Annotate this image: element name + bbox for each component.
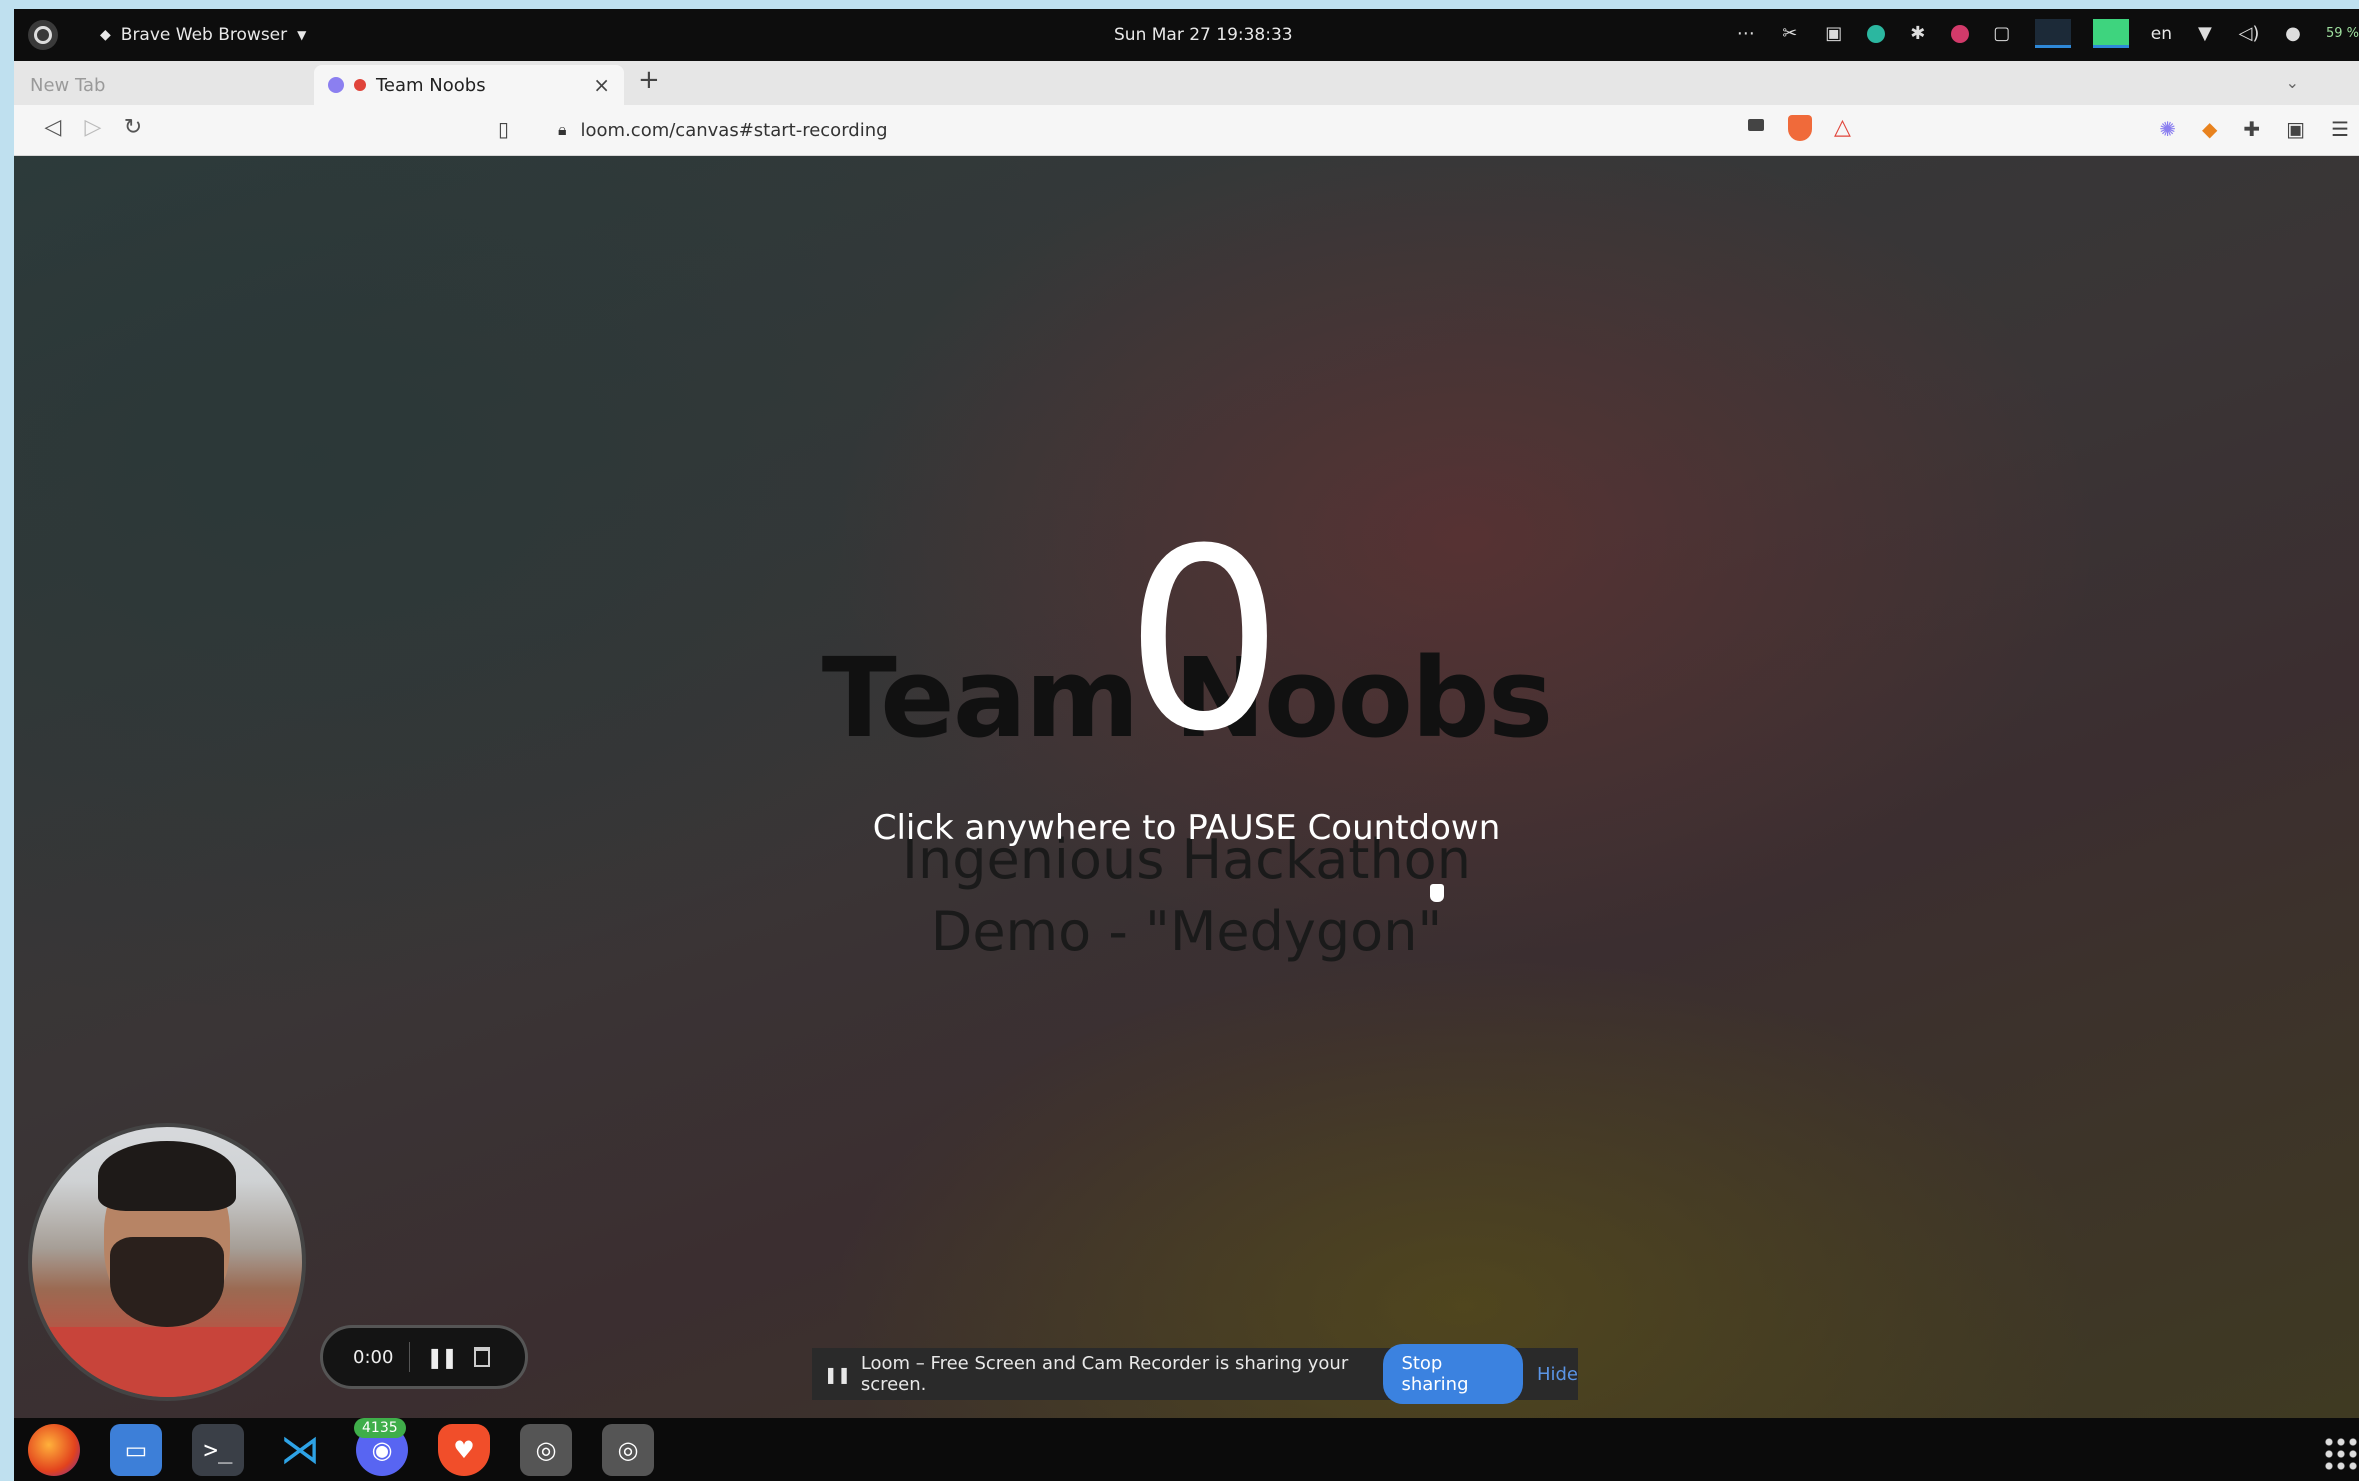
screenshot-icon[interactable]: ▢ [1991,23,2013,45]
language-indicator[interactable]: en [2151,24,2172,44]
lock-icon: 🔒︎ [558,120,567,139]
activities-icon [34,26,52,44]
camera-hair [98,1141,236,1211]
forward-icon[interactable]: ▷ [78,115,108,140]
brave-lion-icon: ◆ [100,27,111,43]
system-top-bar: ◆ Brave Web Browser ▼ Sun Mar 27 19:38:3… [14,9,2359,61]
mouse-cursor-icon [1430,884,1444,902]
menu-icon[interactable]: ☰ [2331,117,2349,141]
sharing-message: Loom – Free Screen and Cam Recorder is s… [860,1353,1349,1395]
app-menu-label: Brave Web Browser [120,25,288,45]
sharing-pause-icon: ❚❚ [824,1364,851,1384]
tab-label: Team Noobs [376,74,486,96]
files-icon[interactable]: ▭ [110,1424,162,1476]
green-circle-icon[interactable] [1866,24,1885,43]
loom-app-icon-2[interactable]: ◎ [602,1424,654,1476]
loom-canvas[interactable]: Team Noobs 0 Ingenious Hackathon Demo - … [14,156,2359,1418]
tab-new-tab[interactable]: New Tab [14,65,314,105]
slide-subtitle-line-2: Demo - "Medygon" [930,900,1443,963]
app-menu[interactable]: ◆ Brave Web Browser ▼ [100,25,306,45]
pause-countdown-hint: Click anywhere to PAUSE Countdown [872,808,1501,848]
tab-strip: New Tab Team Noobs × + ⌄ [14,61,2359,105]
firefox-icon[interactable] [28,1424,80,1476]
browser-toolbar: ◁ ▷ ↻ ▯ 🔒︎ loom.com/canvas#start-recordi… [14,105,2359,156]
microphone-icon[interactable]: ● [2282,23,2304,45]
delete-recording-icon[interactable] [473,1347,490,1367]
brave-rewards-icon[interactable]: △ [1834,115,1851,140]
camera-beard [110,1237,224,1327]
loom-favicon-icon [328,77,344,93]
extensions-puzzle-icon[interactable]: ✚ [2243,117,2260,141]
wifi-icon[interactable]: ▼ [2194,23,2216,45]
back-icon[interactable]: ◁ [38,115,68,140]
gear-icon[interactable]: ✱ [1907,23,1929,45]
wallet-icon[interactable]: ▣ [2286,117,2305,141]
volume-icon[interactable]: ◁) [2238,23,2260,45]
vscode-icon[interactable]: ⋊ [274,1424,326,1476]
recording-controls: 0:00 ❚❚ [320,1325,528,1389]
brave-shields-icon[interactable] [1788,115,1812,141]
recording-timer: 0:00 [353,1346,394,1368]
show-applications-icon[interactable] [2323,1436,2359,1472]
metamask-icon[interactable]: ◆ [2202,117,2217,141]
close-tab-icon[interactable]: × [593,73,610,97]
brave-icon[interactable]: ♥ [438,1424,490,1476]
screen: ◆ Brave Web Browser ▼ Sun Mar 27 19:38:3… [14,9,2359,1481]
camera-shirt [32,1327,302,1397]
pause-recording-icon[interactable]: ❚❚ [426,1345,457,1369]
countdown-number: 0 [1124,495,1284,786]
hide-sharing-bar-link[interactable]: Hide [1537,1364,1578,1385]
extensions-area: ✺ ◆ ✚ ▣ ☰ [2159,117,2349,141]
memory-graph-icon[interactable] [2092,19,2129,48]
system-tray: ⋯ ✂ ▣ ✱ ▢ en ▼ ◁) ● 59 % [1735,19,2359,48]
tab-list-chevron-icon[interactable]: ⌄ [2286,73,2299,92]
tab-team-noobs[interactable]: Team Noobs × [314,65,624,105]
pink-circle-icon[interactable] [1950,24,1969,43]
reload-icon[interactable]: ↻ [118,115,148,140]
battery-indicator[interactable]: 59 % [2326,26,2359,41]
loom-app-icon[interactable]: ◎ [520,1424,572,1476]
stop-sharing-button[interactable]: Stop sharing [1383,1344,1523,1404]
activities-button[interactable] [28,20,58,50]
terminal-icon[interactable]: >_ [192,1424,244,1476]
screen-sharing-bar: ❚❚ Loom – Free Screen and Cam Recorder i… [812,1344,1578,1404]
address-bar[interactable]: 🔒︎ loom.com/canvas#start-recording [494,111,1874,149]
dock: ▭ >_ ⋊ ◉ 4135 ♥ ◎ ◎ [14,1418,2359,1481]
cpu-graph-icon[interactable] [2034,19,2071,48]
chevron-down-icon: ▼ [297,28,307,42]
controls-divider [409,1342,411,1372]
clock[interactable]: Sun Mar 27 19:38:33 [1114,25,1293,45]
new-tab-button[interactable]: + [638,65,660,95]
notification-badge: 4135 [354,1418,406,1438]
loom-extension-icon[interactable]: ✺ [2159,117,2176,141]
grid-icon[interactable]: ⋯ [1735,23,1757,45]
recording-dot-icon [354,79,366,91]
tools-icon[interactable]: ✂ [1779,23,1801,45]
tab-label: New Tab [30,74,106,96]
url-text: loom.com/canvas#start-recording [580,119,888,141]
camera-in-use-icon[interactable] [1748,119,1764,131]
camera-bubble[interactable] [28,1123,306,1401]
discord-tray-icon[interactable]: ▣ [1823,23,1845,45]
